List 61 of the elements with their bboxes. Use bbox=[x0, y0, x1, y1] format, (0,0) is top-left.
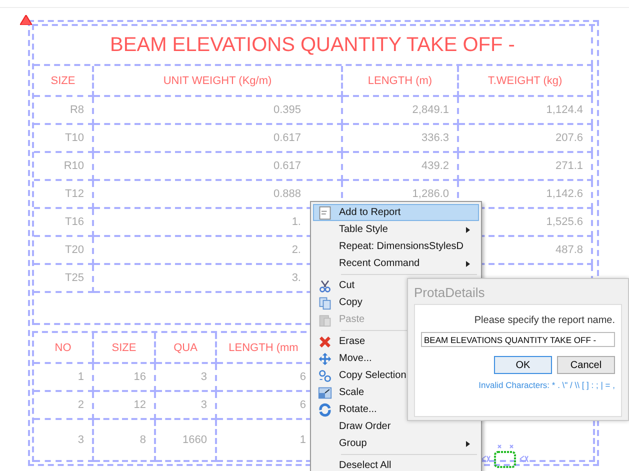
scissors-icon bbox=[318, 278, 332, 292]
table-cell: 16 bbox=[94, 364, 156, 392]
cross-icon bbox=[318, 334, 332, 348]
table-cell: T10 bbox=[34, 125, 94, 153]
column-header: SIZE bbox=[94, 333, 156, 364]
column-header: NO bbox=[34, 333, 94, 364]
table-cell: 12 bbox=[94, 392, 156, 420]
table-cell: 2,849.1 bbox=[343, 97, 459, 125]
menu-item[interactable]: Group bbox=[313, 435, 479, 452]
grip-markers-drawing bbox=[480, 443, 530, 469]
menu-item[interactable]: Rotate... bbox=[313, 401, 479, 418]
menu-item[interactable]: Deselect All bbox=[313, 457, 479, 471]
submenu-arrow-icon bbox=[466, 226, 470, 232]
move-arrows-icon bbox=[318, 352, 332, 366]
dialog-button[interactable]: OK bbox=[494, 356, 552, 374]
table-cell: 336.3 bbox=[343, 125, 459, 153]
table-cell: R10 bbox=[34, 153, 94, 181]
table-cell: 0.617 bbox=[94, 153, 343, 181]
table-cell: T12 bbox=[34, 181, 94, 209]
menu-item[interactable]: Add to Report bbox=[313, 204, 479, 221]
table-cell: 0.395 bbox=[94, 97, 343, 125]
submenu-arrow-icon bbox=[466, 440, 470, 446]
scale-icon bbox=[318, 386, 332, 400]
prompt-text: Please specify the report name. bbox=[473, 315, 615, 326]
submenu-arrow-icon bbox=[466, 260, 470, 266]
paste-icon bbox=[318, 312, 332, 326]
table-title: BEAM ELEVATIONS QUANTITY TAKE OFF - bbox=[34, 26, 593, 66]
table-cell: R8 bbox=[34, 97, 94, 125]
table-cell: T25 bbox=[34, 265, 94, 293]
copy-icon bbox=[318, 296, 332, 310]
table-cell: 1,124.4 bbox=[459, 97, 593, 125]
menu-item[interactable]: Draw Order bbox=[313, 418, 479, 435]
column-header: LENGTH (m) bbox=[343, 66, 459, 97]
table-cell: 2 bbox=[34, 392, 94, 420]
menu-item[interactable]: Scale bbox=[313, 384, 479, 401]
table-cell: 3 bbox=[156, 364, 217, 392]
rotate-arrows-icon bbox=[318, 402, 332, 416]
report-name-field[interactable]: BEAM ELEVATIONS QUANTITY TAKE OFF - bbox=[421, 332, 615, 347]
table-cell: 1660 bbox=[156, 420, 217, 462]
table-cell: 0.617 bbox=[94, 125, 343, 153]
column-header: UNIT WEIGHT (Kg/m) bbox=[94, 66, 343, 97]
table-cell: 439.2 bbox=[343, 153, 459, 181]
column-header: QUA bbox=[156, 333, 217, 364]
table-cell: T16 bbox=[34, 209, 94, 237]
table-cell: 3 bbox=[34, 420, 94, 462]
column-header: T.WEIGHT (kg) bbox=[459, 66, 593, 97]
invalid-characters-note: Invalid Characters: * . \" / \\ [ ] : ; | = , bbox=[478, 380, 615, 390]
column-header: SIZE bbox=[34, 66, 94, 97]
table-cell: T20 bbox=[34, 237, 94, 265]
table-cell: 207.6 bbox=[459, 125, 593, 153]
triangle-marker-icon bbox=[20, 15, 32, 25]
table-cell: 3 bbox=[156, 392, 217, 420]
table-cell: 1 bbox=[34, 364, 94, 392]
table-cell: 8 bbox=[94, 420, 156, 462]
menu-item[interactable]: Copy Selection bbox=[313, 367, 479, 384]
dialog-button[interactable]: Cancel bbox=[557, 356, 615, 374]
table-cell: 271.1 bbox=[459, 153, 593, 181]
report-icon bbox=[318, 206, 332, 220]
menu-item[interactable]: Move... bbox=[313, 350, 479, 367]
linked-circles-icon bbox=[318, 368, 332, 382]
dialog-title: ProtaDetails bbox=[413, 284, 486, 302]
